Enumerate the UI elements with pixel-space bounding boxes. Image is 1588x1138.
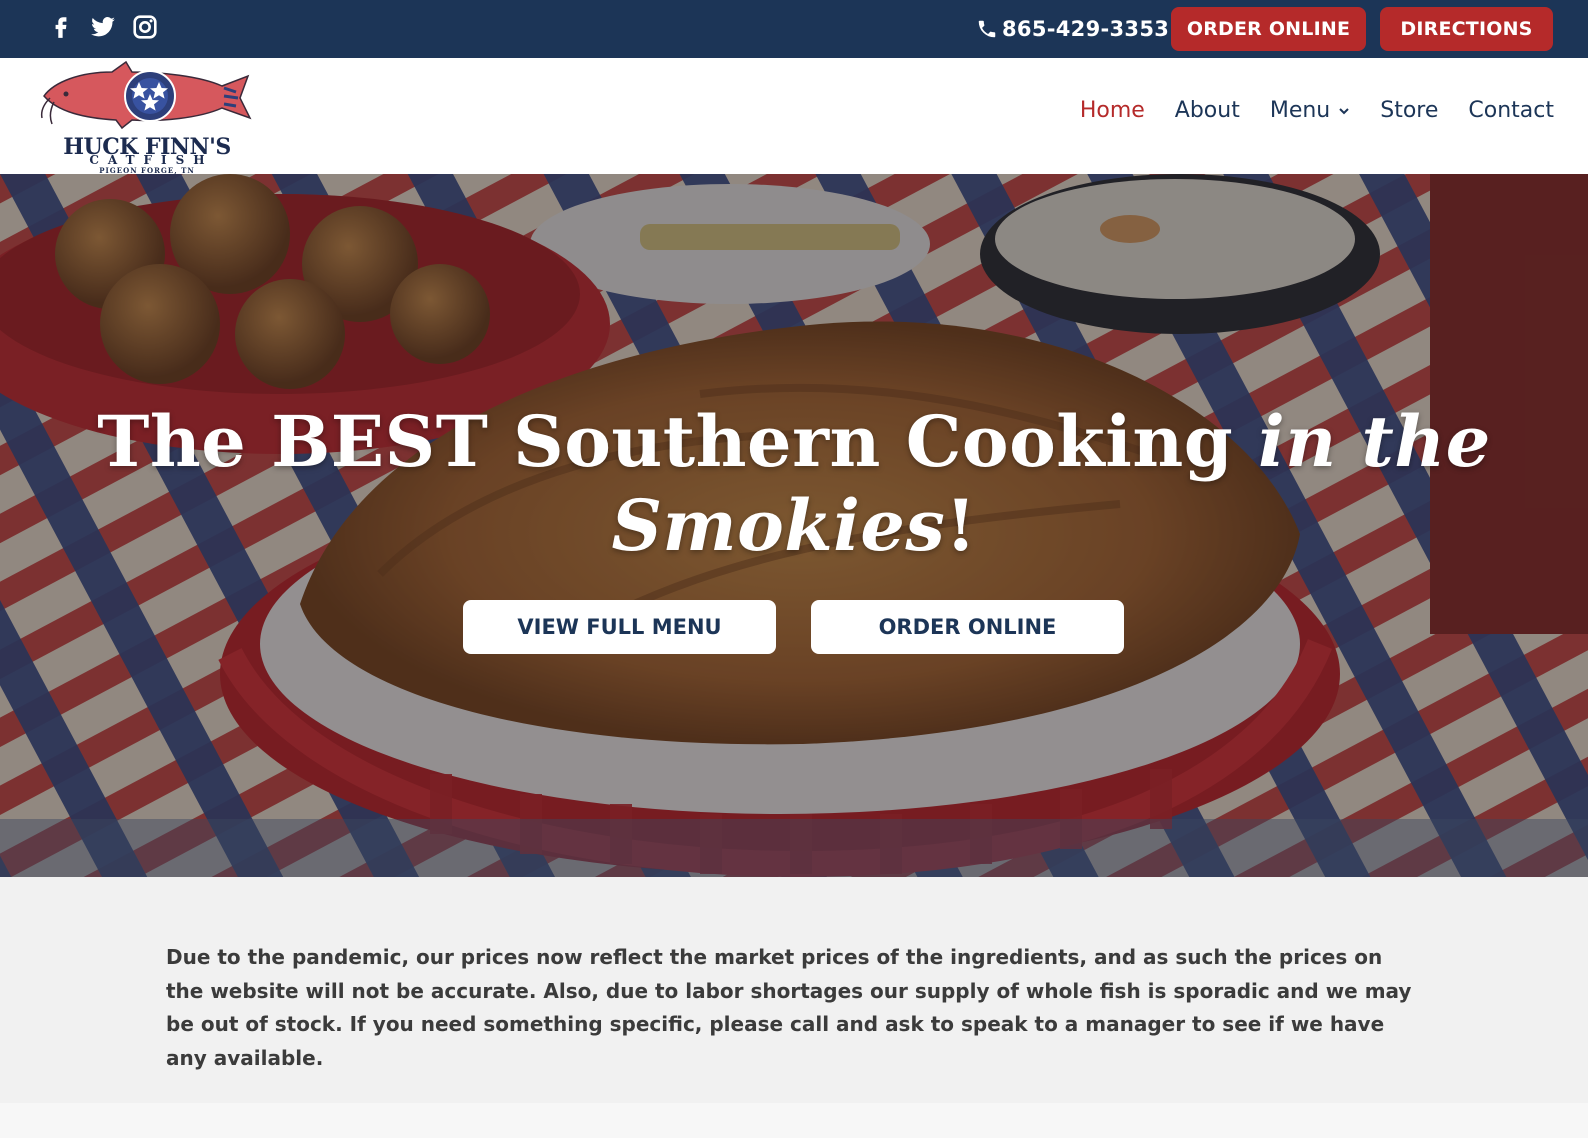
view-full-menu-button[interactable]: VIEW FULL MENU: [463, 600, 776, 654]
nav-menu: Home About Menu Store Contact: [1080, 98, 1554, 123]
hero-bottom-strip: [0, 819, 1588, 877]
phone-icon: [978, 20, 996, 38]
nav-item-about[interactable]: About: [1175, 98, 1240, 123]
hero-section: The BEST Southern Cooking in the Smokies!…: [0, 174, 1588, 877]
directions-button[interactable]: DIRECTIONS: [1380, 7, 1553, 51]
hero-title-italic: in the: [1258, 400, 1491, 483]
logo-subname: CATFISH: [89, 153, 214, 167]
hero-title-main: The BEST Southern Cooking: [97, 400, 1259, 483]
nav-item-label: About: [1174, 98, 1240, 123]
facebook-icon[interactable]: [48, 14, 74, 40]
phone-number-text: 865-429-3353: [1002, 17, 1170, 41]
nav-item-menu[interactable]: Menu: [1270, 98, 1350, 123]
phone-number[interactable]: 865-429-3353: [976, 14, 1169, 44]
order-online-button[interactable]: ORDER ONLINE: [1171, 7, 1366, 51]
nav-item-store[interactable]: Store: [1380, 98, 1438, 123]
nav-item-label: Menu: [1269, 98, 1331, 123]
next-section-edge: [0, 1103, 1588, 1138]
nav-item-label: Home: [1079, 98, 1145, 123]
main-navbar: HUCK FINN'S CATFISH PIGEON FORGE, TN Hom…: [0, 58, 1588, 175]
top-bar: 865-429-3353 ORDER ONLINE DIRECTIONS: [0, 0, 1588, 58]
pricing-notice: Due to the pandemic, our prices now refl…: [0, 877, 1588, 1103]
hero-title-italic-2: Smokies: [611, 484, 946, 567]
hero-title: The BEST Southern Cooking in the Smokies!: [94, 400, 1494, 568]
nav-item-home[interactable]: Home: [1080, 98, 1145, 123]
nav-item-label: Store: [1380, 98, 1439, 123]
instagram-icon[interactable]: [132, 14, 158, 40]
hero-title-end: !: [945, 484, 977, 567]
pricing-notice-text: Due to the pandemic, our prices now refl…: [166, 945, 1412, 1070]
chevron-down-icon: [1339, 107, 1349, 114]
social-links: [48, 14, 158, 40]
nav-item-label: Contact: [1468, 98, 1554, 123]
twitter-icon[interactable]: [90, 14, 116, 40]
hero-order-online-button[interactable]: ORDER ONLINE: [811, 600, 1124, 654]
nav-item-contact[interactable]: Contact: [1468, 98, 1554, 123]
